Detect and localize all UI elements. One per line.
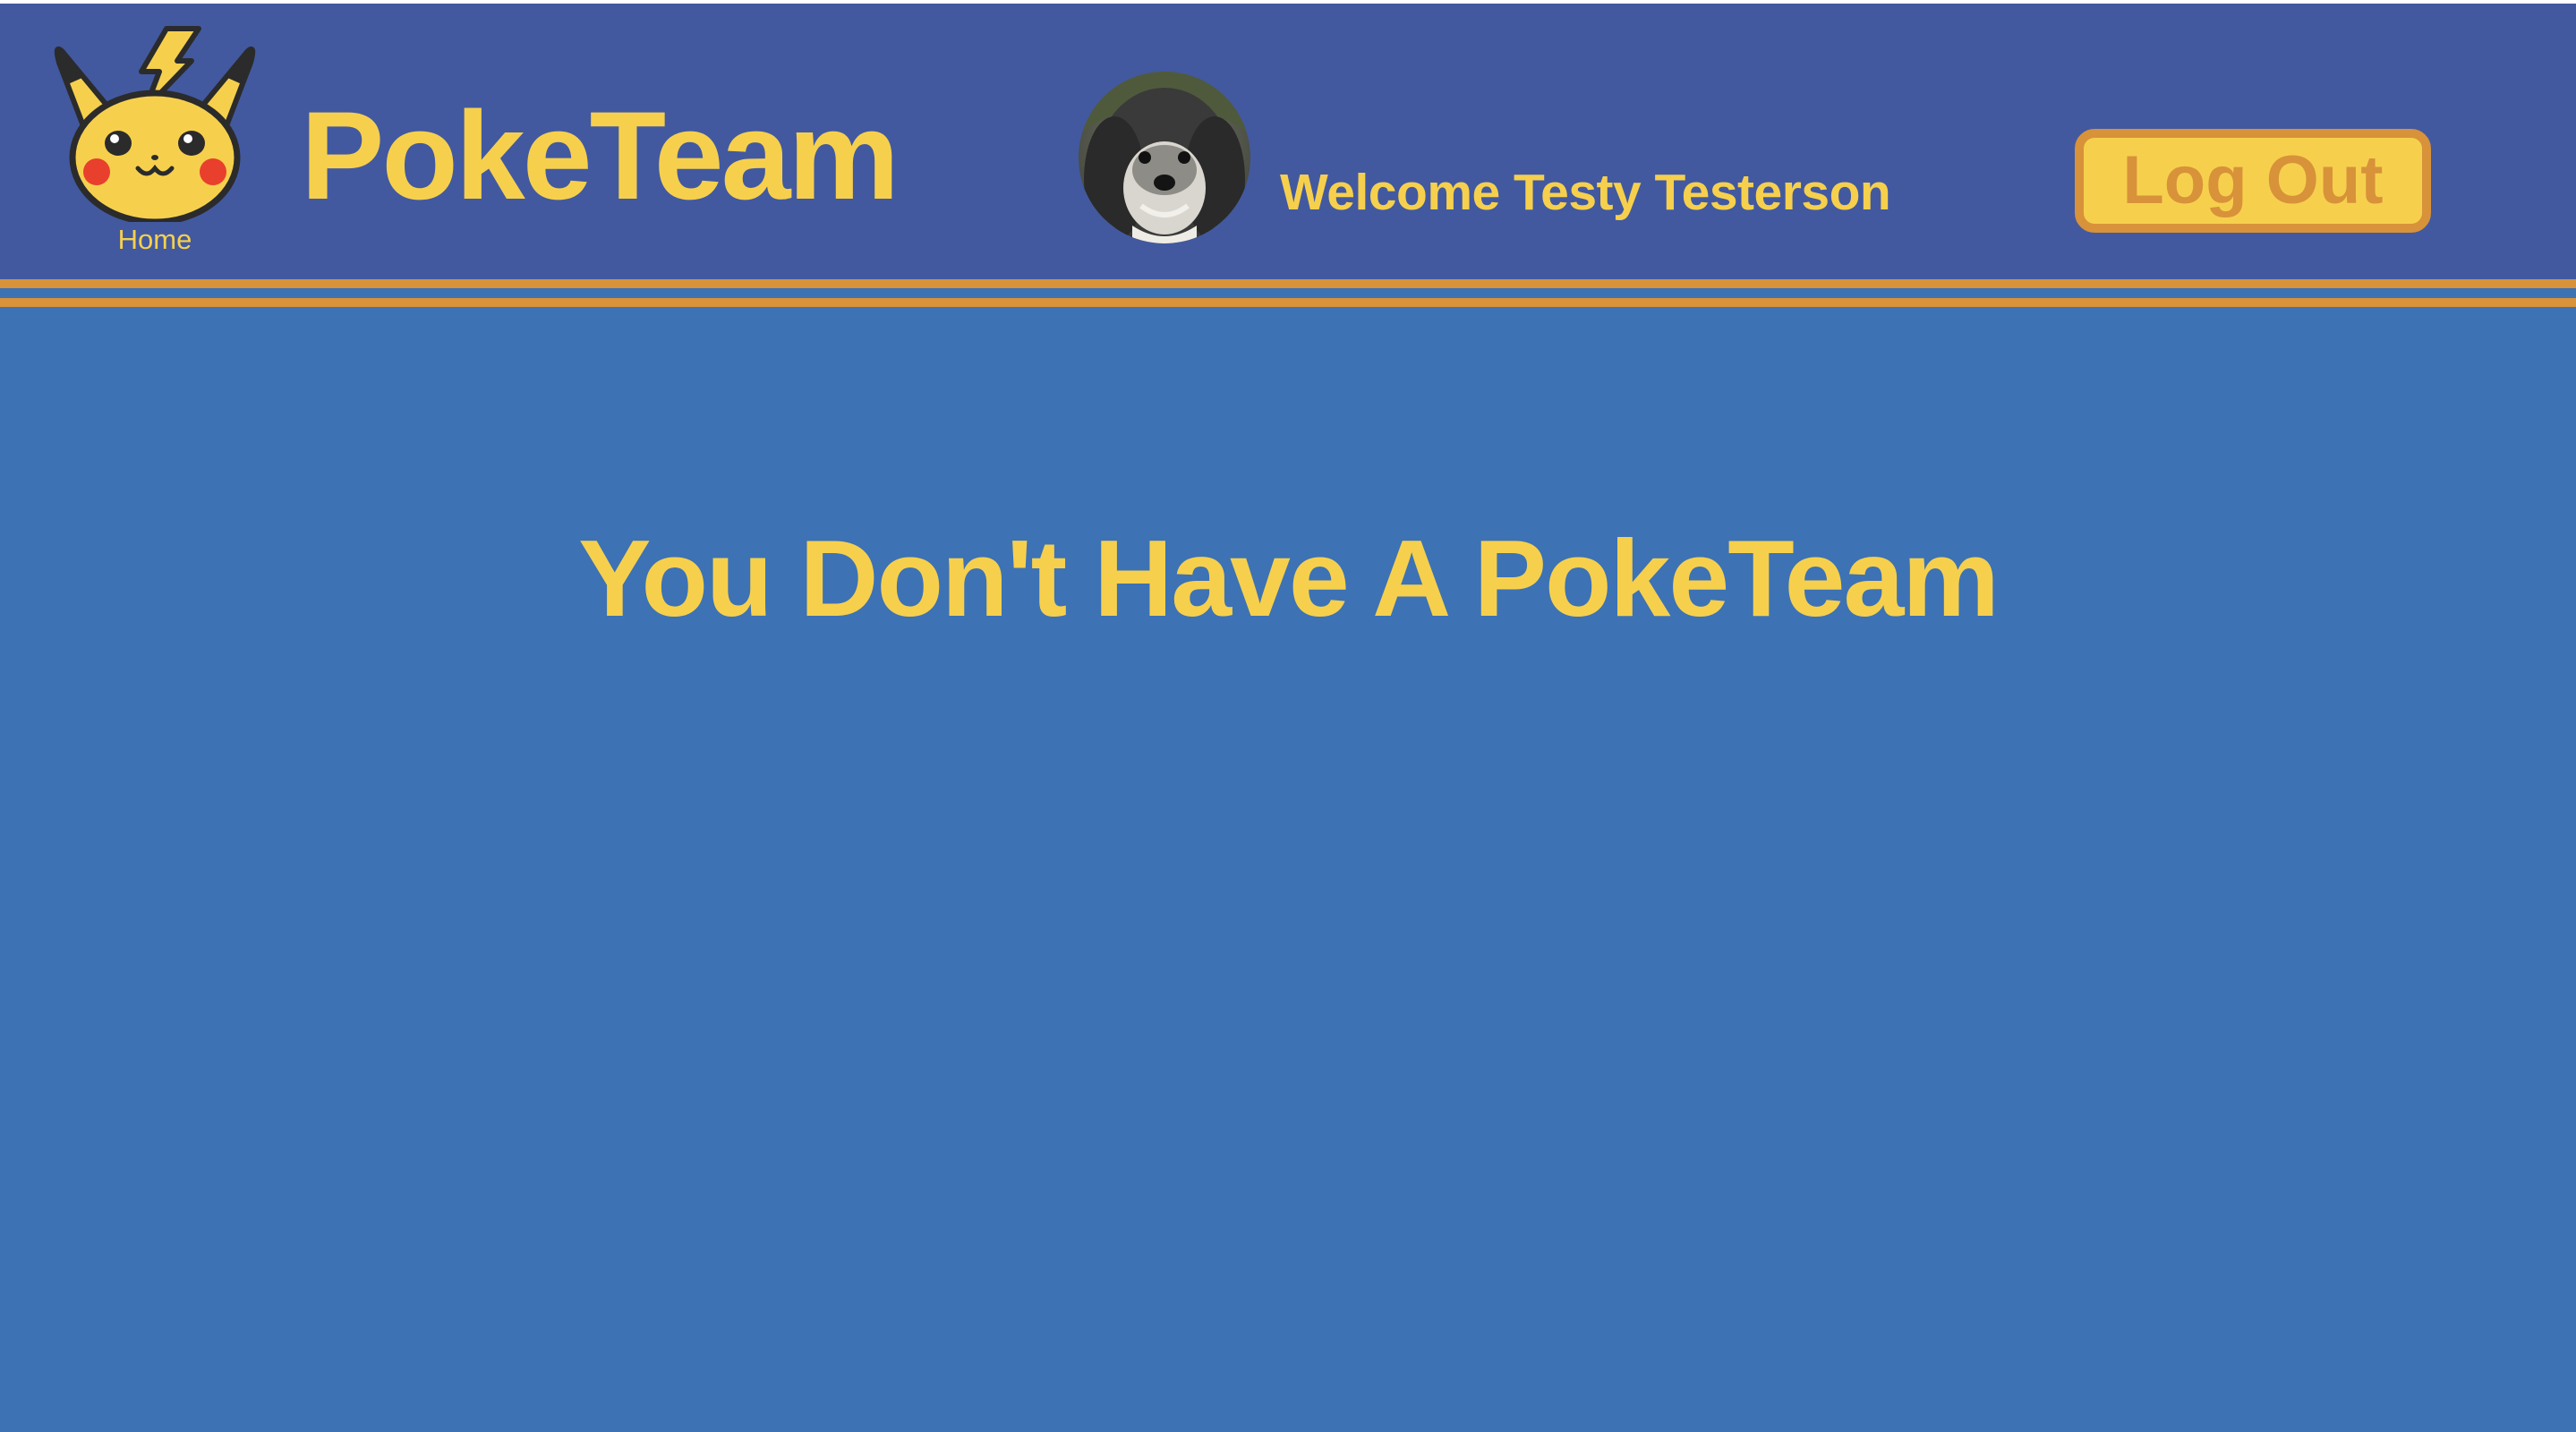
home-link[interactable]: Home [52,25,258,258]
empty-team-message: You Don't Have A PokeTeam [578,517,2000,639]
brand-title: PokeTeam [301,85,900,226]
pikachu-face-icon [54,26,256,222]
header-divider-bottom [0,298,2576,307]
header-divider-top [0,279,2576,288]
logout-button[interactable]: Log Out [2075,129,2431,233]
app-header: Home PokeTeam Welcome Testy Testerson Lo… [0,0,2576,279]
user-avatar [1079,72,1250,243]
dog-avatar [1079,72,1250,243]
home-label[interactable]: Home [52,224,258,256]
welcome-message: Welcome Testy Testerson [1280,164,1891,221]
